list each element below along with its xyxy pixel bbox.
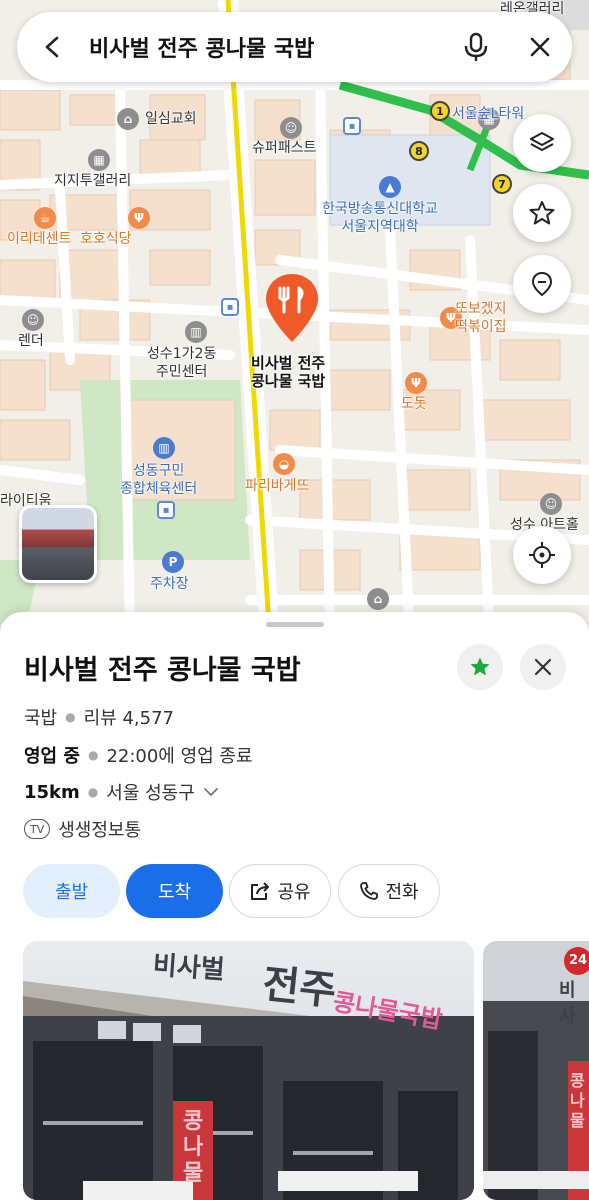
share-label: 공유 [277, 882, 311, 903]
tv-show-row[interactable]: TV 생생정보통 [24, 816, 141, 842]
temple-icon[interactable]: ⌂ [367, 588, 389, 610]
church-icon[interactable]: ⌂ [117, 108, 139, 130]
street-view-thumbnail[interactable] [19, 505, 97, 583]
separator-dot: ● [87, 785, 99, 799]
depart-button[interactable]: 출발 [23, 864, 120, 918]
crosshair-icon [529, 542, 555, 568]
map-label-gallery: 지지투갤러리 [54, 173, 132, 189]
vertical-sign-text: 콩나물 [183, 1109, 204, 1186]
side-sign-text: 비사 [559, 980, 576, 1027]
map-label-tteokbokki: 또보겠지 떡볶이집 [455, 301, 507, 335]
selected-place-map-label: 비사벌 전주 콩나물 국밥 [251, 354, 326, 390]
close-sheet-button[interactable] [520, 644, 566, 690]
phone-icon [360, 882, 379, 900]
mask-icon[interactable]: ☺ [280, 117, 302, 139]
place-category: 국밥 [24, 708, 58, 729]
depart-label: 출발 [54, 882, 89, 903]
review-count[interactable]: 리뷰 4,577 [84, 704, 174, 730]
call-button[interactable]: 전화 [338, 864, 440, 918]
arrive-button[interactable]: 도착 [126, 864, 223, 918]
share-button[interactable]: 공유 [229, 864, 331, 918]
bus-stop-icon[interactable]: ▪ [157, 501, 175, 519]
subway-line-7-icon[interactable]: 7 [492, 174, 512, 194]
my-location-button[interactable] [513, 526, 571, 584]
mask-icon[interactable]: ☺ [540, 493, 562, 515]
closing-time: 22:00에 영업 종료 [106, 746, 253, 767]
call-label: 전화 [385, 882, 419, 903]
side-vertical-sign: 콩나물 [570, 1071, 585, 1130]
arrive-label: 도착 [157, 882, 192, 903]
parking-icon[interactable]: P [162, 551, 184, 573]
bakery-icon[interactable]: ◒ [273, 453, 295, 475]
cafe-icon[interactable]: ☕ [34, 207, 56, 229]
bus-stop-icon[interactable]: ▪ [221, 298, 239, 316]
close-icon [530, 37, 550, 57]
storefront-photo [23, 941, 474, 1200]
chevron-down-icon[interactable] [203, 787, 219, 797]
search-query[interactable]: 비사벌 전주 콩나물 국밥 [89, 31, 444, 63]
location-pin-icon [531, 271, 553, 297]
place-detail-sheet: 비사벌 전주 콩나물 국밥 국밥 ● 리뷰 4,577 영업 중 ● 22:00… [0, 612, 589, 1200]
microphone-icon [464, 32, 488, 61]
layers-button[interactable] [513, 114, 571, 172]
layers-icon [530, 132, 554, 151]
map-label-bakery: 파리바게뜨 [245, 478, 310, 494]
map-label-gym: 성동구민 종합체육센터 [120, 463, 198, 497]
clear-search-button[interactable] [508, 12, 572, 82]
star-filled-icon [470, 657, 490, 676]
place-pin-icon[interactable] [264, 272, 320, 344]
sign-text-right: 전주 [260, 961, 339, 1015]
separator-dot: ● [87, 748, 99, 762]
distance-address-row[interactable]: 15km ● 서울 성동구 [24, 779, 219, 805]
favorites-button[interactable] [513, 184, 571, 242]
place-photo-main[interactable]: 비사벌 전주 콩나물국밥 콩나물 [23, 941, 474, 1200]
distance: 15km [24, 781, 80, 803]
map-label-community-center: 성수1가2동 주민센터 [147, 346, 217, 380]
map-label-dodot: 도돗 [401, 396, 427, 412]
category-review-row: 국밥 ● 리뷰 4,577 [24, 704, 174, 730]
map-label-university: 한국방송통신대학교 서울지역대학 [322, 201, 438, 235]
tv-show-name: 생생정보통 [58, 820, 142, 841]
sign-text-left: 비사벌 [151, 950, 226, 986]
saved-places-button[interactable] [513, 255, 571, 313]
map-view[interactable]: ⌂ ☺ ▦ ☕ Ψ ☺ ▥ ▲ Ψ Ψ ◒ ▥ P ▦ ☺ ⌂ ▪ ▪ ▪ 1 … [0, 0, 589, 640]
voice-search-button[interactable] [444, 12, 508, 82]
bus-stop-icon[interactable]: ▪ [343, 117, 361, 135]
school-icon[interactable]: ▲ [379, 176, 401, 198]
sheet-drag-handle[interactable] [266, 622, 324, 627]
map-label-render: 렌더 [18, 333, 44, 349]
save-favorite-button[interactable] [457, 644, 503, 690]
sports-center-icon[interactable]: ▥ [153, 437, 175, 459]
open-status: 영업 중 [24, 746, 80, 767]
mask-icon[interactable]: ☺ [22, 309, 44, 331]
government-icon[interactable]: ▥ [185, 321, 207, 343]
back-arrow-icon [45, 36, 59, 58]
star-outline-icon [529, 201, 555, 225]
place-title: 비사벌 전주 콩나물 국밥 [24, 655, 301, 686]
restaurant-icon[interactable]: Ψ [128, 207, 150, 229]
restaurant-icon[interactable]: Ψ [405, 372, 427, 394]
close-icon [534, 658, 552, 676]
place-photo-secondary[interactable]: 24 비사 콩나물 [483, 941, 589, 1200]
subway-line-8-icon[interactable]: 8 [409, 141, 429, 161]
map-label-parking: 주차장 [150, 576, 189, 592]
search-bar[interactable]: 비사벌 전주 콩나물 국밥 [17, 12, 572, 82]
map-label-cafe: 이리데센트 [7, 231, 72, 247]
map-label-tower: 서울숲L타워 [452, 106, 525, 122]
share-icon [251, 882, 270, 900]
back-button[interactable] [17, 12, 89, 82]
building-icon[interactable]: ▦ [88, 149, 110, 171]
map-label-store: 슈퍼패스트 [252, 140, 317, 156]
map-label-restaurant: 호호식당 [80, 231, 132, 247]
hours-row[interactable]: 영업 중 ● 22:00에 영업 종료 [24, 742, 253, 768]
map-label-church: 일심교회 [145, 111, 197, 127]
badge-24: 24 [569, 953, 588, 968]
tv-icon: TV [24, 819, 51, 839]
separator-dot: ● [65, 710, 76, 724]
subway-line-1-icon[interactable]: 1 [430, 101, 450, 121]
address: 서울 성동구 [106, 783, 195, 804]
